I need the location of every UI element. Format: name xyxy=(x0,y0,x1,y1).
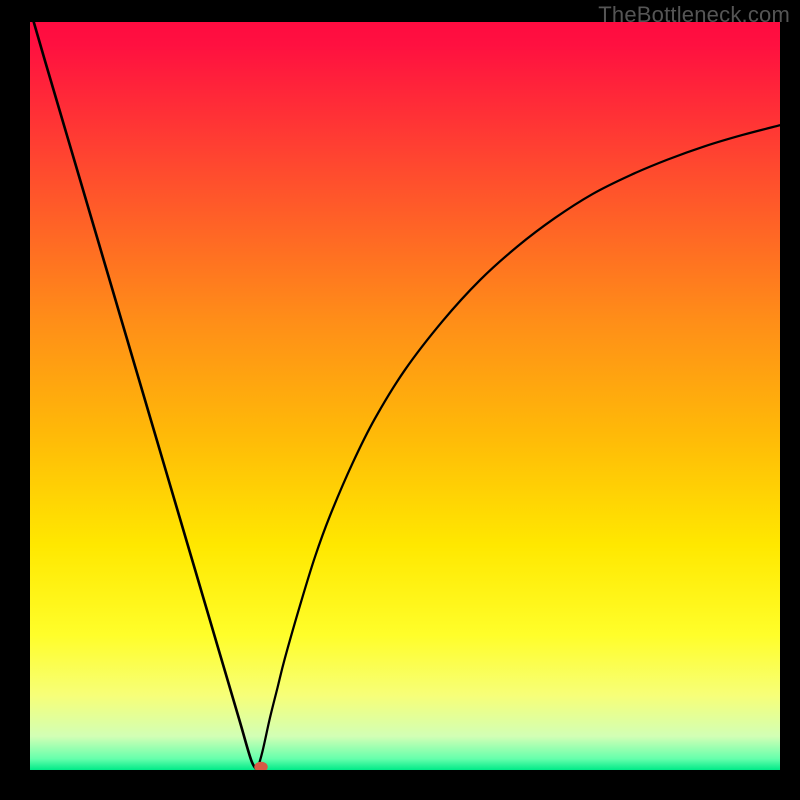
curve-layer xyxy=(30,22,780,770)
chart-frame xyxy=(30,22,780,770)
curve-left-branch xyxy=(34,22,258,770)
minimum-marker xyxy=(254,762,268,770)
watermark-text: TheBottleneck.com xyxy=(598,2,790,28)
curve-right-branch xyxy=(257,125,780,770)
